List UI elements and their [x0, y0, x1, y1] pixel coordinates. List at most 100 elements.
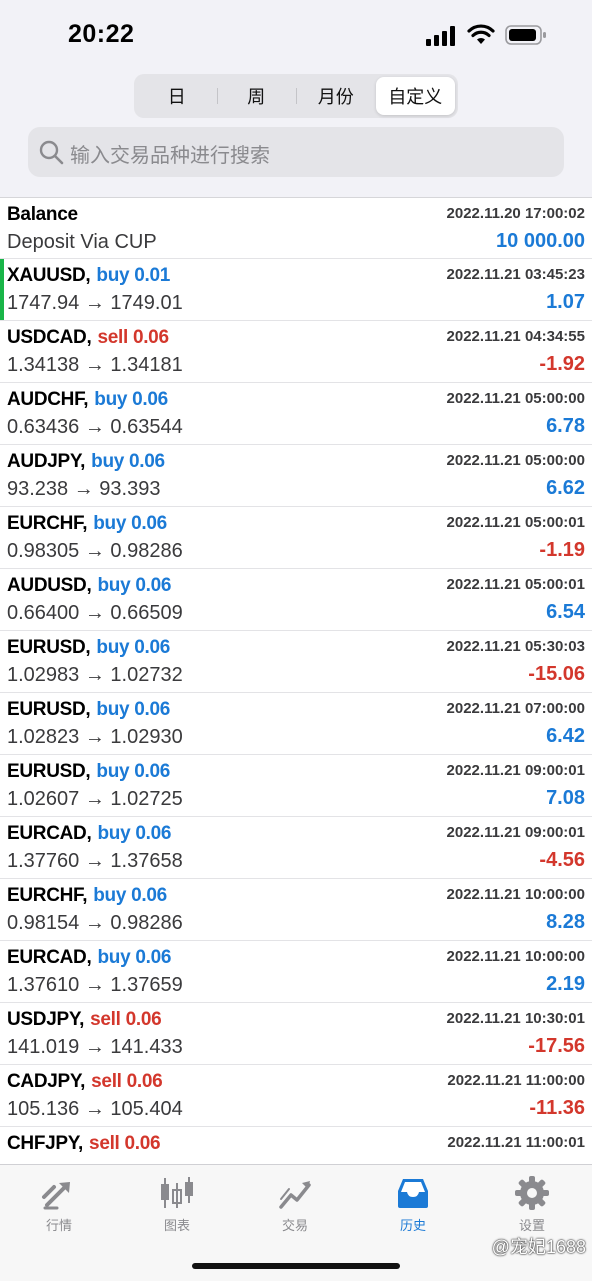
search-placeholder: 输入交易品种进行搜索	[70, 145, 270, 167]
tab-week[interactable]: 周	[216, 77, 297, 115]
deal-profit: 6.62	[546, 477, 585, 499]
period-segmented-control: 日 周 月份 自定义	[134, 74, 458, 118]
gear-icon	[515, 1176, 549, 1210]
deal-row[interactable]: XAUUSD, buy 0.01 2022.11.21 03:45:23 1747.9…	[0, 259, 592, 321]
deal-symbol: EURUSD, buy 0.06	[7, 637, 170, 659]
deal-action: buy 0.06	[96, 761, 171, 782]
deal-prices: 1.02823 → 1.02930	[7, 726, 183, 748]
balance-title: Balance	[7, 204, 78, 225]
deal-row[interactable]: AUDCHF, buy 0.06 2022.11.21 05:00:00 0.6343…	[0, 383, 592, 445]
deal-datetime: 2022.11.21 11:00:00	[447, 1072, 585, 1089]
tab-settings[interactable]: 设置	[482, 1175, 582, 1235]
deal-profit: 1.07	[546, 291, 585, 313]
tab-day[interactable]: 日	[137, 77, 217, 115]
deal-datetime: 2022.11.21 05:00:00	[446, 390, 585, 407]
deal-profit: 7.08	[546, 787, 585, 809]
deal-row[interactable]: USDCAD, sell 0.06 2022.11.21 04:34:55 1.341…	[0, 321, 592, 383]
deal-datetime: 2022.11.21 05:00:01	[446, 576, 585, 593]
symbol-name: EURCAD,	[7, 823, 92, 844]
deal-datetime: 2022.11.21 10:00:00	[446, 886, 585, 903]
deal-profit: -1.19	[539, 539, 585, 561]
deal-row[interactable]: USDJPY, sell 0.06 2022.11.21 10:30:01 141.0…	[0, 1003, 592, 1065]
deal-datetime: 2022.11.21 10:30:01	[446, 1010, 585, 1027]
deal-profit: -4.56	[539, 849, 585, 871]
tab-quotes[interactable]: 行情	[9, 1175, 109, 1235]
symbol-name: AUDUSD,	[7, 575, 92, 596]
deal-datetime: 2022.11.21 03:45:23	[446, 266, 585, 283]
search-icon	[39, 140, 64, 165]
deal-profit: 6.54	[546, 601, 585, 623]
wifi-icon	[467, 24, 495, 44]
trade-trend-icon	[279, 1181, 311, 1209]
deal-symbol: USDJPY, sell 0.06	[7, 1009, 162, 1031]
battery-icon	[505, 25, 546, 45]
tab-charts[interactable]: 图表	[127, 1175, 227, 1235]
deal-row[interactable]: EURUSD, buy 0.06 2022.11.21 05:30:03 1.0298…	[0, 631, 592, 693]
status-bar: 20:22	[0, 0, 592, 70]
bottom-tab-bar: 行情 图表 交易 历史 设置	[0, 1164, 592, 1281]
home-indicator[interactable]	[192, 1263, 400, 1269]
deal-prices: 93.238 → 93.393	[7, 478, 161, 500]
deal-prices: 1.34138 → 1.34181	[7, 354, 183, 376]
deal-action: buy 0.06	[97, 947, 172, 968]
deal-symbol: AUDCHF, buy 0.06	[7, 389, 168, 411]
deal-row[interactable]: EURCHF, buy 0.06 2022.11.21 05:00:01 0.9830…	[0, 507, 592, 569]
symbol-name: EURUSD,	[7, 637, 91, 658]
deal-symbol: EURCHF, buy 0.06	[7, 513, 167, 535]
deal-symbol: EURCAD, buy 0.06	[7, 823, 171, 845]
symbol-name: EURUSD,	[7, 761, 91, 782]
deal-row[interactable]: EURCAD, buy 0.06 2022.11.21 09:00:01 1.3776…	[0, 817, 592, 879]
deal-symbol: AUDUSD, buy 0.06	[7, 575, 171, 597]
deal-row[interactable]: AUDJPY, buy 0.06 2022.11.21 05:00:00 93.238…	[0, 445, 592, 507]
deal-prices: 0.98154 → 0.98286	[7, 912, 183, 934]
status-time: 20:22	[68, 20, 135, 48]
deal-datetime: 2022.11.21 09:00:01	[446, 824, 585, 841]
deal-profit: 6.42	[546, 725, 585, 747]
symbol-name: CADJPY,	[7, 1071, 86, 1092]
deal-row[interactable]: EURUSD, buy 0.06 2022.11.21 07:00:00 1.0282…	[0, 693, 592, 755]
deal-prices: 1.02983 → 1.02732	[7, 664, 183, 686]
deal-action: sell 0.06	[90, 1009, 162, 1030]
deal-symbol: EURUSD, buy 0.06	[7, 699, 170, 721]
deal-row[interactable]: AUDUSD, buy 0.06 2022.11.21 05:00:01 0.6640…	[0, 569, 592, 631]
deal-prices: 105.136 → 105.404	[7, 1098, 183, 1120]
symbol-name: USDJPY,	[7, 1009, 85, 1030]
symbol-name: EURCHF,	[7, 885, 88, 906]
deal-symbol: CADJPY, sell 0.06	[7, 1071, 163, 1093]
tab-trade[interactable]: 交易	[245, 1175, 345, 1235]
deal-datetime: 2022.11.21 11:00:01	[447, 1134, 585, 1151]
deal-action: sell 0.06	[97, 327, 169, 348]
deal-action: buy 0.06	[94, 389, 168, 410]
deal-symbol: USDCAD, sell 0.06	[7, 327, 169, 349]
deal-row[interactable]: EURCHF, buy 0.06 2022.11.21 10:00:00 0.9815…	[0, 879, 592, 941]
deal-action: buy 0.06	[91, 451, 165, 472]
deal-datetime: 2022.11.21 10:00:00	[446, 948, 585, 965]
symbol-search-input[interactable]: 输入交易品种进行搜索	[28, 127, 564, 177]
tab-history-label: 历史	[399, 1218, 426, 1233]
deal-action: sell 0.06	[91, 1071, 163, 1092]
deal-row[interactable]: CHFJPY, sell 0.06 2022.11.21 11:00:01	[0, 1127, 592, 1164]
deal-symbol: EURUSD, buy 0.06	[7, 761, 170, 783]
balance-row[interactable]: Balance 2022.11.20 17:00:02 Deposit Via …	[0, 198, 592, 259]
tab-charts-label: 图表	[163, 1218, 190, 1233]
tab-month[interactable]: 月份	[296, 77, 376, 115]
symbol-name: CHFJPY,	[7, 1133, 84, 1154]
deal-datetime: 2022.11.21 05:30:03	[446, 638, 585, 655]
tab-quotes-label: 行情	[45, 1218, 72, 1233]
deal-profit: -15.06	[528, 663, 585, 685]
deal-row[interactable]: CADJPY, sell 0.06 2022.11.21 11:00:00 105.1…	[0, 1065, 592, 1127]
balance-datetime: 2022.11.20 17:00:02	[446, 205, 585, 222]
tab-settings-label: 设置	[518, 1218, 545, 1233]
deal-row[interactable]: EURCAD, buy 0.06 2022.11.21 10:00:00 1.3761…	[0, 941, 592, 1003]
tab-custom[interactable]: 自定义	[375, 77, 455, 115]
deal-row[interactable]: EURUSD, buy 0.06 2022.11.21 09:00:01 1.0260…	[0, 755, 592, 817]
tab-history[interactable]: 历史	[363, 1175, 463, 1235]
deal-symbol: CHFJPY, sell 0.06	[7, 1133, 161, 1155]
deal-prices: 0.66400 → 0.66509	[7, 602, 183, 624]
deal-profit: -1.92	[539, 353, 585, 375]
deal-action: buy 0.06	[97, 823, 172, 844]
symbol-name: AUDCHF,	[7, 389, 89, 410]
tab-trade-label: 交易	[281, 1218, 308, 1233]
deal-datetime: 2022.11.21 04:34:55	[446, 328, 585, 345]
deal-symbol: EURCHF, buy 0.06	[7, 885, 167, 907]
